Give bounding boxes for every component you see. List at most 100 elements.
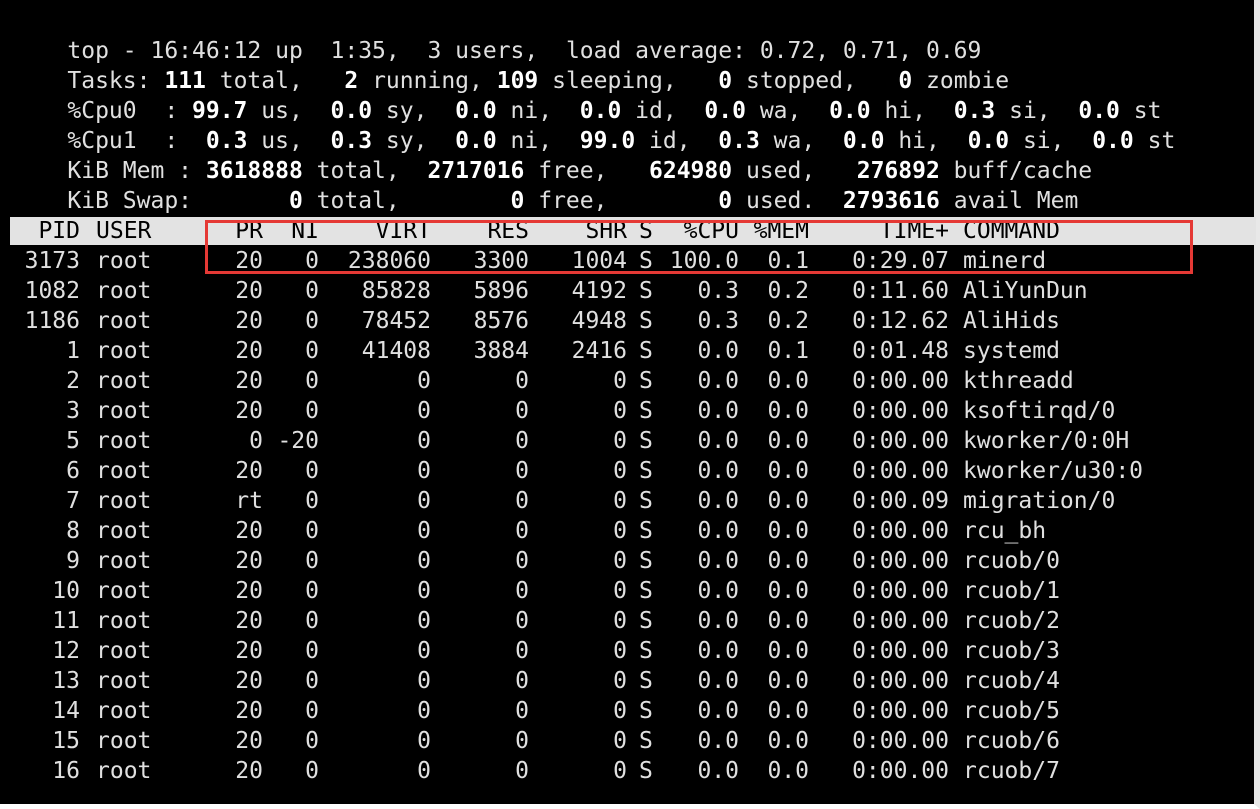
process-shr: 0 [613, 398, 627, 424]
column-header-pid[interactable]: PID [38, 216, 80, 246]
process-mem: 0.0 [767, 428, 809, 454]
process-row[interactable]: 1082 root 20 0 85828 5896 4192 S 0.3 0.2 0:11.60 Al… [0, 276, 1250, 306]
process-time: 0:00.00 [852, 698, 949, 724]
process-row[interactable]: 14 root 20 0 0 0 0 S 0.0 0.0 0:00.00 rcuob/5 [0, 696, 1250, 726]
process-ni: 0 [305, 608, 319, 634]
process-res: 3884 [473, 338, 529, 364]
process-state: S [639, 308, 653, 334]
process-shr: 0 [613, 608, 627, 634]
process-cpu: 0.0 [697, 638, 739, 664]
process-cpu: 0.0 [697, 668, 739, 694]
process-state: S [639, 278, 653, 304]
process-row[interactable]: 1186 root 20 0 78452 8576 4948 S 0.3 0.2 0:12.62 Al… [0, 306, 1250, 336]
process-shr: 0 [613, 668, 627, 694]
process-mem: 0.0 [767, 608, 809, 634]
process-row[interactable]: 9 root 20 0 0 0 0 S 0.0 0.0 0:00.00 rcuob/0 [0, 546, 1250, 576]
process-user: root [96, 548, 152, 574]
process-virt: 0 [417, 458, 431, 484]
process-row[interactable]: 6 root 20 0 0 0 0 S 0.0 0.0 0:00.00 kworker/u30:0 [0, 456, 1250, 486]
process-res: 5896 [473, 278, 529, 304]
process-time: 0:00.00 [852, 758, 949, 784]
process-row[interactable]: 10 root 20 0 0 0 0 S 0.0 0.0 0:00.00 rcuob/1 [0, 576, 1250, 606]
process-virt: 0 [417, 698, 431, 724]
process-state: S [639, 518, 653, 544]
process-user: root [96, 398, 152, 424]
process-cpu: 0.0 [697, 698, 739, 724]
process-pr: 20 [235, 608, 263, 634]
process-pr: 20 [235, 698, 263, 724]
process-pr: 20 [235, 728, 263, 754]
process-row[interactable]: 2 root 20 0 0 0 0 S 0.0 0.0 0:00.00 kthreadd [0, 366, 1250, 396]
process-user: root [96, 488, 152, 514]
process-command: ksoftirqd/0 [963, 398, 1116, 424]
process-user: root [96, 638, 152, 664]
process-state: S [639, 428, 653, 454]
process-res: 0 [515, 398, 529, 424]
process-user: root [96, 338, 152, 364]
process-command: migration/0 [963, 488, 1116, 514]
process-res: 0 [515, 728, 529, 754]
process-virt: 0 [417, 608, 431, 634]
summary-tasks-line: Tasks: 111 total, 2 running, 109 sleepin… [12, 36, 1009, 94]
process-mem: 0.0 [767, 578, 809, 604]
process-shr: 4948 [571, 308, 627, 334]
process-shr: 0 [613, 728, 627, 754]
process-pid: 11 [52, 608, 80, 634]
process-row[interactable]: 7 root rt 0 0 0 0 S 0.0 0.0 0:00.09 migration/0 [0, 486, 1250, 516]
process-cpu: 0.0 [697, 428, 739, 454]
cpu1-st: 0.0 [1092, 128, 1134, 154]
process-res: 0 [515, 368, 529, 394]
summary-cpu1-line: %Cpu1 : 0.3 us, 0.3 sy, 0.0 ni, 99.0 id,… [12, 96, 1175, 154]
process-mem: 0.2 [767, 278, 809, 304]
process-pid: 15 [52, 728, 80, 754]
process-shr: 4192 [571, 278, 627, 304]
process-row[interactable]: 16 root 20 0 0 0 0 S 0.0 0.0 0:00.00 rcuob/7 [0, 756, 1250, 786]
process-ni: 0 [305, 278, 319, 304]
process-shr: 0 [613, 518, 627, 544]
process-virt: 0 [417, 398, 431, 424]
process-res: 8576 [473, 308, 529, 334]
process-res: 0 [515, 698, 529, 724]
process-mem: 0.0 [767, 668, 809, 694]
process-pr: rt [235, 488, 263, 514]
process-pr: 20 [235, 458, 263, 484]
process-row[interactable]: 15 root 20 0 0 0 0 S 0.0 0.0 0:00.00 rcuob/6 [0, 726, 1250, 756]
process-virt: 0 [417, 578, 431, 604]
process-pid: 9 [66, 548, 80, 574]
process-cpu: 0.0 [697, 728, 739, 754]
process-shr: 0 [613, 548, 627, 574]
process-pid: 1 [66, 338, 80, 364]
process-pr: 20 [235, 758, 263, 784]
process-row[interactable]: 13 root 20 0 0 0 0 S 0.0 0.0 0:00.00 rcuob/4 [0, 666, 1250, 696]
process-row[interactable]: 1 root 20 0 41408 3884 2416 S 0.0 0.1 0:01.48 syste… [0, 336, 1250, 366]
process-user: root [96, 758, 152, 784]
process-row[interactable]: 8 root 20 0 0 0 0 S 0.0 0.0 0:00.00 rcu_bh [0, 516, 1250, 546]
column-header-user[interactable]: USER [96, 216, 151, 246]
process-row[interactable]: 12 root 20 0 0 0 0 S 0.0 0.0 0:00.00 rcuob/3 [0, 636, 1250, 666]
process-time: 0:00.00 [852, 728, 949, 754]
process-shr: 0 [613, 578, 627, 604]
process-ni: 0 [305, 398, 319, 424]
process-row[interactable]: 5 root 0 -20 0 0 0 S 0.0 0.0 0:00.00 kworker/0:0H [0, 426, 1250, 456]
process-virt: 0 [417, 638, 431, 664]
process-time: 0:00.00 [852, 578, 949, 604]
process-command: rcu_bh [963, 518, 1047, 544]
process-pid: 10 [52, 578, 80, 604]
process-row[interactable]: 3 root 20 0 0 0 0 S 0.0 0.0 0:00.00 ksoftirqd/0 [0, 396, 1250, 426]
process-cpu: 0.0 [697, 338, 739, 364]
swap-free: 0 [510, 188, 525, 214]
process-cpu: 0.0 [697, 458, 739, 484]
terminal-window[interactable]: top - 16:46:12 up 1:35, 3 users, load av… [0, 0, 1260, 809]
cpu-st-label: st [1133, 128, 1176, 154]
process-time: 0:00.00 [852, 548, 949, 574]
process-cpu: 0.3 [697, 278, 739, 304]
process-virt: 0 [417, 758, 431, 784]
swap-avail-mem: 2793616 [842, 188, 940, 214]
process-time: 0:01.48 [852, 338, 949, 364]
process-res: 0 [515, 428, 529, 454]
process-ni: 0 [305, 308, 319, 334]
process-time: 0:00.00 [852, 428, 949, 454]
process-row[interactable]: 11 root 20 0 0 0 0 S 0.0 0.0 0:00.00 rcuob/2 [0, 606, 1250, 636]
process-pid: 2 [66, 368, 80, 394]
process-user: root [96, 728, 152, 754]
